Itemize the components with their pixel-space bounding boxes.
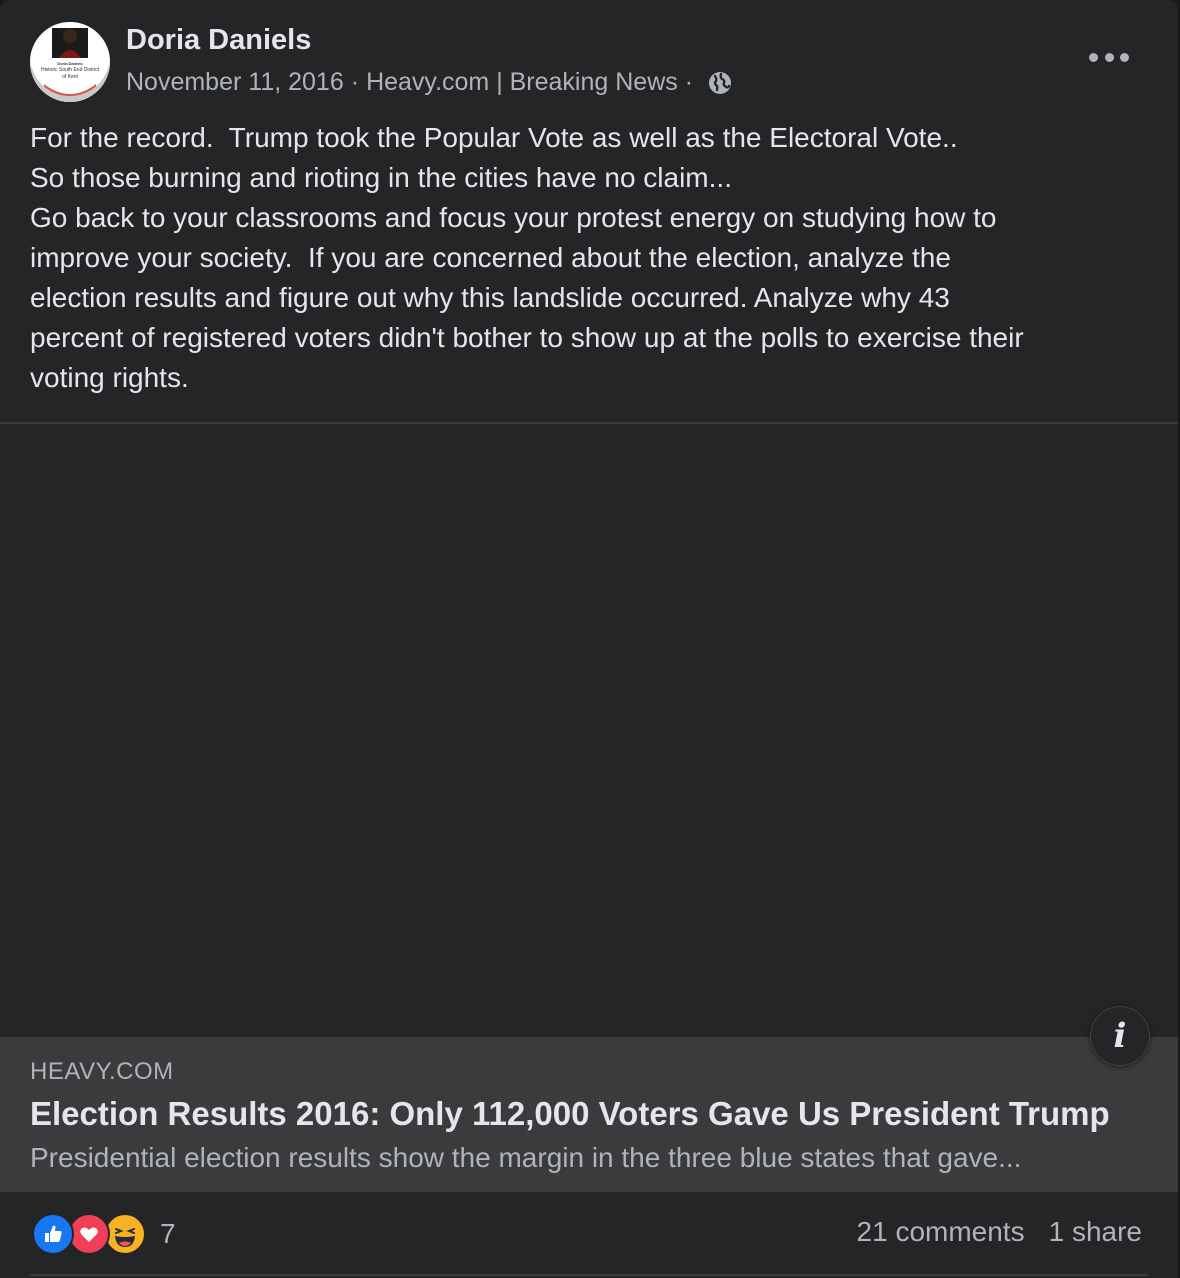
avatar[interactable]: Doria Daniels Historic South End Distric… (30, 22, 110, 102)
post-text-line: voting rights. (30, 362, 189, 393)
post-text-line: percent of registered voters didn't both… (30, 322, 1024, 353)
link-domain: HEAVY.COM (30, 1058, 174, 1085)
link-media-area[interactable] (0, 424, 1178, 1037)
love-icon (68, 1213, 110, 1255)
meta-separator-2: · (684, 68, 694, 96)
avatar-ring (30, 22, 110, 102)
shares-count[interactable]: 1 share (1049, 1216, 1142, 1248)
reactions-summary[interactable]: 7 (32, 1212, 176, 1256)
post-date[interactable]: November 11, 2016 (126, 68, 344, 97)
reaction-count[interactable]: 7 (160, 1218, 176, 1250)
post-stats: 21 comments 1 share (857, 1216, 1142, 1248)
meta-separator: · (350, 68, 360, 96)
more-options-button[interactable] (1086, 42, 1132, 72)
post-text-line: So those burning and rioting in the citi… (30, 162, 732, 193)
globe-icon (708, 71, 732, 95)
more-dot-icon (1104, 52, 1114, 62)
haha-icon (104, 1213, 146, 1255)
info-button[interactable]: i (1090, 1006, 1150, 1066)
post-card: Doria Daniels Historic South End Distric… (0, 0, 1178, 1278)
more-dot-icon (1120, 52, 1129, 62)
link-subtitle: Presidential election results show the m… (30, 1142, 1022, 1173)
author-name[interactable]: Doria Daniels (126, 24, 311, 57)
post-meta: November 11, 2016 · Heavy.com | Breaking… (126, 68, 732, 97)
post-text-line: election results and figure out why this… (30, 282, 950, 313)
post-source[interactable]: Heavy.com | Breaking News (366, 68, 678, 97)
link-headline[interactable]: Election Results 2016: Only 112,000 Vote… (30, 1095, 1110, 1133)
post-header: Doria Daniels Historic South End Distric… (0, 0, 1178, 110)
post-text: For the record. Trump took the Popular V… (30, 118, 1160, 398)
divider-bottom (30, 1274, 1148, 1276)
post-text-line: Go back to your classrooms and focus you… (30, 202, 997, 233)
more-dot-icon (1089, 52, 1098, 62)
post-text-line: For the record. Trump took the Popular V… (30, 122, 958, 153)
like-icon (32, 1213, 74, 1255)
post-text-line: improve your society. If you are concern… (30, 242, 951, 273)
comments-count[interactable]: 21 comments (857, 1216, 1025, 1248)
info-icon: i (1113, 1016, 1127, 1056)
